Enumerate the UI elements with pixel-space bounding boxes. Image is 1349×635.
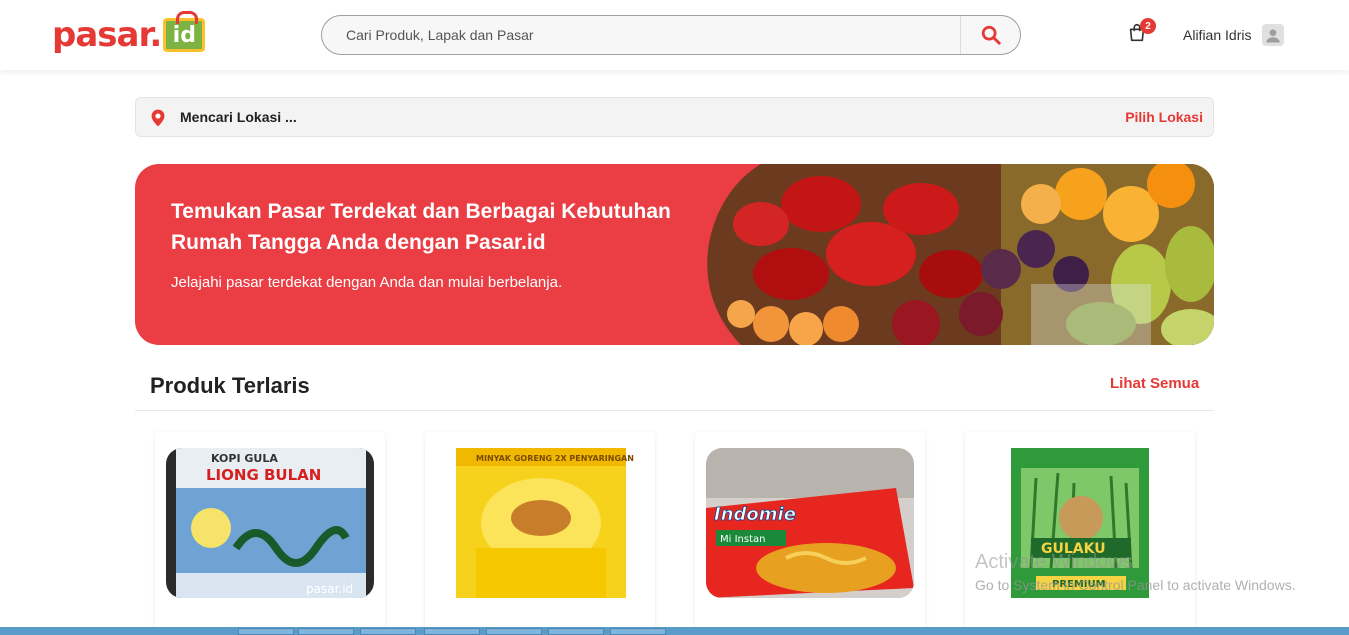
cart-count-badge: 2: [1140, 18, 1156, 34]
product-card[interactable]: KOPI GULA LIONG BULAN pasar.id: [155, 432, 385, 635]
svg-text:Mi Instan: Mi Instan: [720, 534, 765, 545]
top-header: pasar. id 2 Alifian Idris: [0, 0, 1349, 70]
taskbar-app-button[interactable]: [238, 628, 294, 635]
svg-text:Indomie: Indomie: [714, 504, 796, 525]
pasar-id-logo[interactable]: pasar. id: [52, 11, 206, 56]
logo-bag-icon: id: [163, 11, 206, 52]
activation-watermark-title: Activate Windows: [975, 551, 1133, 573]
sugar-pack-image: GULAKU PREMIUM: [976, 448, 1184, 598]
logo-text: pasar.: [52, 15, 162, 55]
cart-button[interactable]: 2: [1126, 18, 1156, 48]
search-icon: [981, 25, 1001, 45]
taskbar-app-button[interactable]: [486, 628, 542, 635]
product-card[interactable]: MINYAK GORENG 2X PENYARINGAN: [425, 432, 655, 635]
banner-title: Temukan Pasar Terdekat dan Berbagai Kebu…: [171, 200, 671, 254]
logo-badge-text: id: [172, 22, 196, 48]
location-pin-icon: [151, 109, 165, 127]
fresh-produce-image: [707, 164, 1214, 345]
banner-subtitle: Jelajahi pasar terdekat dengan Anda dan …: [171, 274, 563, 291]
taskbar-app-button[interactable]: [298, 628, 354, 635]
taskbar-app-button[interactable]: [424, 628, 480, 635]
location-status: Mencari Lokasi ...: [180, 109, 297, 125]
activation-watermark-text: Go to System in Control Panel to activat…: [975, 577, 1296, 593]
coffee-bag-image: KOPI GULA LIONG BULAN pasar.id: [166, 448, 374, 598]
product-card[interactable]: Indomie Mi Instan: [695, 432, 925, 635]
svg-text:KOPI GULA: KOPI GULA: [211, 452, 278, 465]
section-title: Produk Terlaris: [150, 373, 310, 398]
hero-banner: Temukan Pasar Terdekat dan Berbagai Kebu…: [135, 164, 1214, 345]
see-all-link[interactable]: Lihat Semua: [1110, 375, 1199, 392]
cooking-oil-pouch-image: MINYAK GORENG 2X PENYARINGAN: [436, 448, 644, 598]
avatar[interactable]: [1262, 24, 1284, 46]
choose-location-link[interactable]: Pilih Lokasi: [1125, 109, 1203, 125]
search-bar: [321, 15, 1021, 55]
user-name[interactable]: Alifian Idris: [1183, 27, 1251, 43]
location-bar: Mencari Lokasi ... Pilih Lokasi: [135, 97, 1214, 137]
section-divider: [135, 410, 1214, 411]
taskbar-app-button[interactable]: [548, 628, 604, 635]
search-button[interactable]: [960, 16, 1020, 54]
svg-text:LIONG BULAN: LIONG BULAN: [206, 466, 321, 484]
os-taskbar: [0, 627, 1349, 635]
taskbar-app-button[interactable]: [360, 628, 416, 635]
product-card[interactable]: GULAKU PREMIUM: [965, 432, 1195, 635]
user-icon: [1266, 29, 1280, 43]
svg-text:MINYAK GORENG 2X PENYARINGAN: MINYAK GORENG 2X PENYARINGAN: [476, 454, 634, 463]
instant-noodle-image: Indomie Mi Instan: [706, 448, 914, 598]
search-input[interactable]: [346, 16, 946, 54]
taskbar-app-button[interactable]: [610, 628, 666, 635]
svg-text:pasar.id: pasar.id: [306, 582, 353, 596]
